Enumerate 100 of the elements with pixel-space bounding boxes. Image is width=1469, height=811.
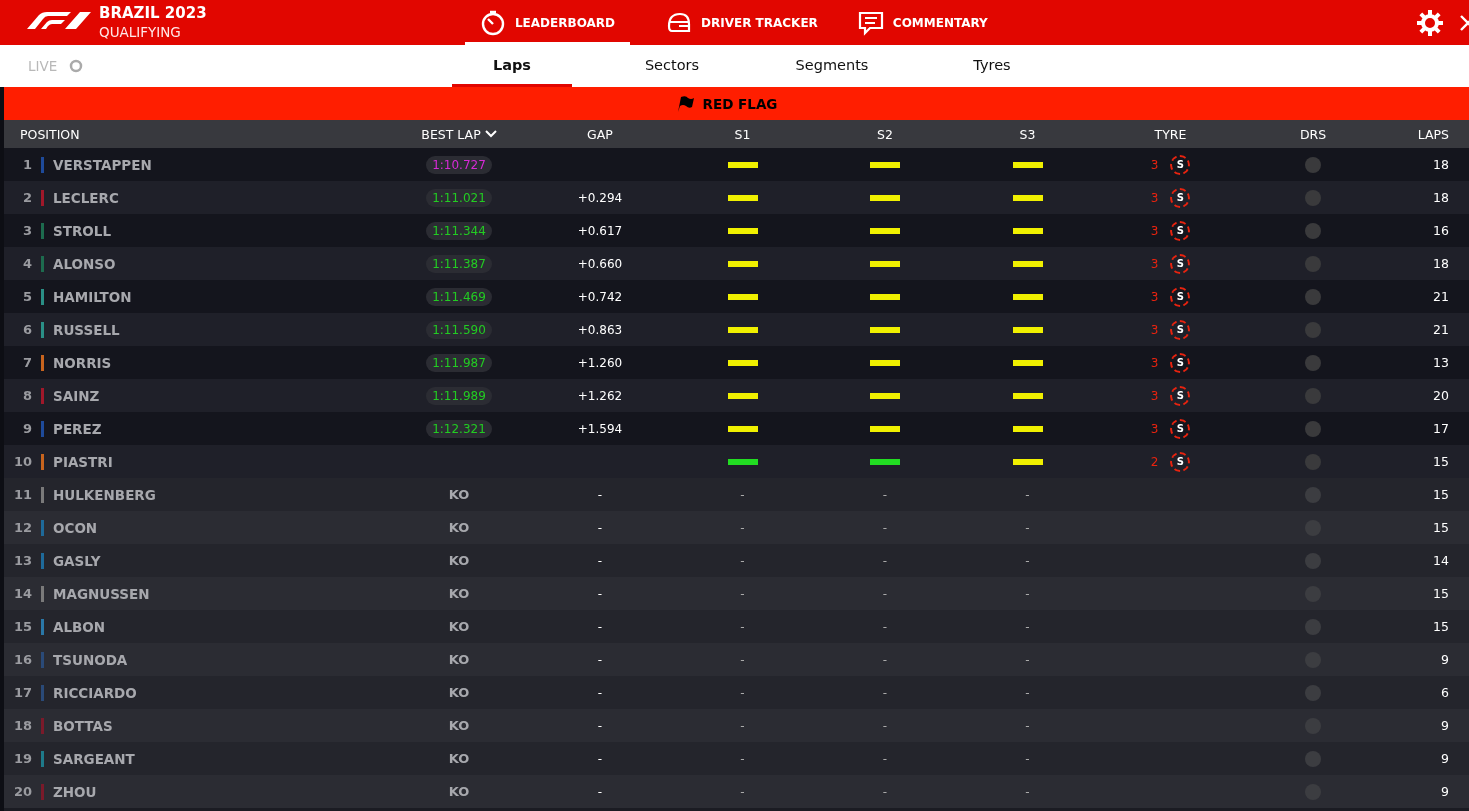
gap-value: +1.260 [577,355,623,370]
position-number: 8 [21,388,32,403]
position-number: 7 [21,355,32,370]
gap-value: - [597,586,603,601]
nav-tab[interactable]: COMMENTARY [853,0,992,45]
sector-value: - [740,553,745,568]
lap-count: 17 [1433,421,1449,436]
position-number: 19 [12,751,32,766]
sector-value: - [740,619,745,634]
gap-value: - [597,718,603,733]
driver-name: PEREZ [53,420,102,437]
driver-row[interactable]: 7 NORRIS 1:11.987 +1.260 3 S 13 [4,346,1469,379]
sector-value: - [882,619,888,634]
driver-row[interactable]: 10 PIASTRI 2 S 15 [4,445,1469,478]
tyre-age: 3 [1150,190,1159,205]
driver-row[interactable]: 19 SARGEANT KO - - - - 9 [4,742,1469,775]
column-header: S2 [876,126,894,142]
tyre-age: 3 [1150,388,1159,403]
best-lap-status: KO [448,784,470,799]
best-lap-status: KO [448,520,470,535]
drs-indicator [1305,387,1321,404]
driver-row[interactable]: 17 RICCIARDO KO - - - - 6 [4,676,1469,709]
position-number: 6 [21,322,32,337]
best-lap-status: KO [448,619,470,634]
soft-tyre-icon: S [1170,451,1191,472]
best-lap-status: KO [448,652,470,667]
position-number: 17 [12,685,32,700]
gap-value: - [597,520,603,535]
tyre-age: 3 [1150,289,1159,304]
gap-value: +1.594 [577,421,623,436]
drs-indicator [1305,156,1321,173]
lap-count: 15 [1433,619,1449,634]
driver-row[interactable]: 11 HULKENBERG KO - - - - 15 [4,478,1469,511]
sector-value: - [1025,487,1030,502]
driver-row[interactable]: 6 RUSSELL 1:11.590 +0.863 3 S 21 [4,313,1469,346]
column-header: S3 [1018,126,1037,142]
gap-value: - [597,487,603,502]
driver-row[interactable]: 4 ALONSO 1:11.387 +0.660 3 S 18 [4,247,1469,280]
lap-count: 20 [1433,388,1449,403]
gap-value: - [597,751,603,766]
driver-row[interactable]: 5 HAMILTON 1:11.469 +0.742 3 S 21 [4,280,1469,313]
column-header: GAP [586,126,614,142]
nav-tab[interactable]: DRIVER TRACKER [662,0,822,45]
lap-count: 9 [1441,718,1449,733]
driver-name: BOTTAS [53,717,113,734]
lap-count: 15 [1433,520,1449,535]
driver-row[interactable]: 8 SAINZ 1:11.989 +1.262 3 S 20 [4,379,1469,412]
view-tab[interactable]: Sectors [612,45,732,87]
sector-value: - [882,652,888,667]
sector-value: - [740,685,745,700]
tyre-age: 3 [1150,355,1159,370]
drs-indicator [1305,222,1321,239]
soft-tyre-icon: S [1170,187,1191,208]
sector-value: - [1025,553,1030,568]
driver-row[interactable]: 1 VERSTAPPEN 1:10.727 3 S 18 [4,148,1469,181]
stopwatch-icon [479,9,506,36]
sector-value: - [882,685,888,700]
driver-name: TSUNODA [53,651,128,668]
driver-name: HAMILTON [53,288,132,305]
gap-value: - [597,652,603,667]
view-tab[interactable]: Segments [772,45,892,87]
view-tab[interactable]: Tyres [932,45,1052,87]
gap-value: +1.262 [577,388,623,403]
sector-value: - [740,487,745,502]
gap-value: +0.617 [577,223,623,238]
sector-value: - [740,652,745,667]
drs-indicator [1305,453,1321,470]
position-number: 10 [12,454,32,469]
driver-row[interactable]: 3 STROLL 1:11.344 +0.617 3 S 16 [4,214,1469,247]
driver-row[interactable]: 9 PEREZ 1:12.321 +1.594 3 S 17 [4,412,1469,445]
close-icon[interactable] [1460,13,1469,32]
driver-row[interactable]: 18 BOTTAS KO - - - - 9 [4,709,1469,742]
driver-row[interactable]: 12 OCON KO - - - - 15 [4,511,1469,544]
best-lap-status: KO [448,751,470,766]
position-number: 18 [12,718,32,733]
sector-value: - [1025,520,1030,535]
chevron-down-icon [484,130,497,138]
driver-name: ZHOU [53,783,97,800]
sector-value: - [882,718,888,733]
column-header: LAPS [1416,126,1449,142]
driver-name: NORRIS [53,354,112,371]
best-lap-time: 1:11.987 [426,353,492,372]
lap-count: 9 [1441,784,1449,799]
sort-column-header[interactable]: BEST LAP [389,126,529,142]
best-lap-time: 1:11.989 [426,386,492,405]
lap-count: 9 [1441,652,1449,667]
drs-indicator [1305,684,1321,701]
best-lap-status: KO [448,718,470,733]
driver-row[interactable]: 13 GASLY KO - - - - 14 [4,544,1469,577]
lap-count: 15 [1433,487,1449,502]
settings-icon[interactable] [1416,8,1444,37]
driver-row[interactable]: 15 ALBON KO - - - - 15 [4,610,1469,643]
driver-row[interactable]: 16 TSUNODA KO - - - - 9 [4,643,1469,676]
driver-row[interactable]: 2 LECLERC 1:11.021 +0.294 3 S 18 [4,181,1469,214]
driver-row[interactable]: 20 ZHOU KO - - - - 9 [4,775,1469,808]
tyre-age: 2 [1150,454,1159,469]
tyre-age: 3 [1150,223,1159,238]
position-number: 11 [12,487,32,502]
drs-indicator [1305,486,1321,503]
driver-row[interactable]: 14 MAGNUSSEN KO - - - - 15 [4,577,1469,610]
